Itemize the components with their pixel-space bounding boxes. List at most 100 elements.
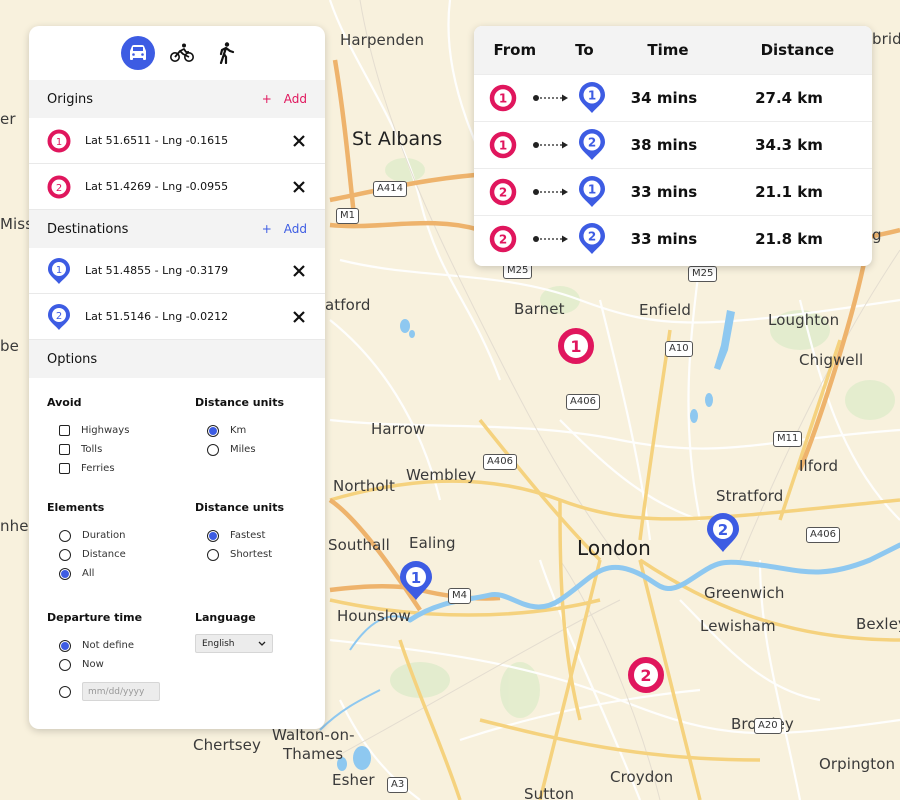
remove-origin-icon[interactable] bbox=[291, 133, 307, 149]
map-place-label: er bbox=[0, 110, 16, 128]
origin-badge-icon: 2 bbox=[489, 178, 517, 206]
map-place-label: Orpington bbox=[819, 755, 896, 773]
checkbox-label: Highways bbox=[81, 425, 130, 436]
radio[interactable] bbox=[207, 443, 219, 456]
add-destination-button[interactable]: + Add bbox=[262, 222, 307, 236]
radio[interactable] bbox=[207, 529, 219, 542]
departure-not-define-radio[interactable]: Not define bbox=[47, 636, 195, 655]
map-place-label: atford bbox=[325, 296, 371, 314]
road-shield: A414 bbox=[373, 181, 407, 197]
destination-pin-icon: 1 bbox=[48, 257, 70, 284]
results-row: 1 2 38 mins 34.3 km bbox=[474, 121, 872, 168]
map-place-label: Ilford bbox=[799, 457, 839, 475]
checkbox[interactable] bbox=[59, 425, 70, 436]
bicycle-icon bbox=[170, 43, 194, 62]
radio[interactable] bbox=[207, 548, 219, 561]
avoid-tolls-checkbox[interactable]: Tolls bbox=[47, 440, 195, 459]
radio[interactable] bbox=[59, 529, 71, 542]
destination-pin-icon: 2 bbox=[579, 129, 605, 160]
checkbox[interactable] bbox=[59, 463, 70, 474]
time-cell: 38 mins bbox=[630, 136, 698, 154]
departure-now-radio[interactable]: Now bbox=[47, 655, 195, 674]
origin-item[interactable]: 2 Lat 51.4269 - Lng -0.0955 bbox=[29, 164, 325, 210]
language-group: Language English bbox=[195, 611, 315, 701]
map-place-label: Sutton bbox=[524, 785, 575, 800]
origin-coordinates: Lat 51.4269 - Lng -0.0955 bbox=[85, 180, 229, 193]
route-type-title: Distance units bbox=[195, 501, 285, 514]
units-km-radio[interactable]: Km bbox=[195, 421, 315, 440]
radio[interactable] bbox=[59, 639, 71, 652]
map-place-label: Southall bbox=[328, 536, 390, 554]
map-place-label: Lewisham bbox=[700, 617, 776, 635]
destination-pin-icon: 2 bbox=[48, 303, 70, 330]
avoid-ferries-checkbox[interactable]: Ferries bbox=[47, 459, 195, 478]
departure-date-input[interactable]: mm/dd/yyyy bbox=[82, 682, 160, 701]
route-shortest-radio[interactable]: Shortest bbox=[195, 545, 315, 564]
svg-text:1: 1 bbox=[588, 89, 596, 103]
language-select[interactable]: English bbox=[195, 634, 273, 653]
checkbox[interactable] bbox=[59, 444, 70, 455]
destination-coordinates: Lat 51.5146 - Lng -0.0212 bbox=[85, 310, 229, 323]
destination-item[interactable]: 2 Lat 51.5146 - Lng -0.0212 bbox=[29, 294, 325, 340]
remove-origin-icon[interactable] bbox=[291, 179, 307, 195]
results-table: From To Time Distance 1 1 34 mins 27.4 k… bbox=[474, 26, 872, 266]
origin-badge-icon: 2 bbox=[489, 225, 517, 253]
from-cell: 2 bbox=[474, 225, 532, 253]
route-type-group: Distance units Fastest Shortest bbox=[195, 501, 315, 611]
map-place-label: Esher bbox=[332, 771, 375, 789]
road-shield: M4 bbox=[448, 588, 471, 604]
departure-date-radio[interactable]: mm/dd/yyyy bbox=[47, 682, 195, 701]
destinations-header: Destinations + Add bbox=[29, 210, 325, 248]
marker-number: 1 bbox=[411, 569, 421, 587]
destination-item[interactable]: 1 Lat 51.4855 - Lng -0.3179 bbox=[29, 248, 325, 294]
elements-distance-radio[interactable]: Distance bbox=[47, 545, 195, 564]
travel-mode-walking-button[interactable] bbox=[209, 36, 243, 70]
elements-all-radio[interactable]: All bbox=[47, 564, 195, 583]
remove-destination-icon[interactable] bbox=[291, 309, 307, 325]
route-settings-panel: Origins + Add 1 Lat 51.6511 - Lng -0.161… bbox=[29, 26, 325, 729]
travel-mode-bicycle-button[interactable] bbox=[165, 36, 199, 70]
svg-text:2: 2 bbox=[56, 183, 62, 194]
radio-label: Miles bbox=[230, 444, 256, 455]
radio[interactable] bbox=[59, 685, 71, 698]
header-distance: Distance bbox=[760, 41, 835, 59]
radio-label: Distance bbox=[82, 549, 126, 560]
map-place-label: Enfield bbox=[639, 301, 692, 319]
travel-mode-car-button[interactable] bbox=[121, 36, 155, 70]
radio[interactable] bbox=[207, 424, 219, 437]
marker-number: 2 bbox=[718, 521, 728, 539]
units-miles-radio[interactable]: Miles bbox=[195, 440, 315, 459]
radio-label: All bbox=[82, 568, 95, 579]
map-place-label: Greenwich bbox=[704, 584, 785, 602]
to-cell: 2 bbox=[570, 223, 614, 255]
to-cell: 1 bbox=[570, 82, 614, 114]
map-place-label: Chigwell bbox=[799, 351, 864, 369]
route-arrow-icon bbox=[532, 140, 570, 150]
radio[interactable] bbox=[59, 548, 71, 561]
destinations-title: Destinations bbox=[47, 221, 129, 237]
origin-badge-icon: 1 bbox=[489, 131, 517, 159]
marker-number: 1 bbox=[570, 337, 581, 356]
origins-title: Origins bbox=[47, 91, 94, 107]
elements-duration-radio[interactable]: Duration bbox=[47, 526, 195, 545]
road-shield: M1 bbox=[336, 208, 359, 224]
remove-destination-icon[interactable] bbox=[291, 263, 307, 279]
svg-text:1: 1 bbox=[56, 137, 62, 148]
header-to: To bbox=[575, 41, 594, 59]
avoid-title: Avoid bbox=[47, 396, 82, 409]
add-origin-button[interactable]: + Add bbox=[262, 92, 307, 106]
origins-header: Origins + Add bbox=[29, 80, 325, 118]
checkbox-label: Ferries bbox=[81, 463, 115, 474]
road-shield: M25 bbox=[688, 266, 718, 282]
plus-icon: + bbox=[261, 92, 272, 106]
origin-item[interactable]: 1 Lat 51.6511 - Lng -0.1615 bbox=[29, 118, 325, 164]
radio[interactable] bbox=[59, 658, 71, 671]
time-cell: 34 mins bbox=[630, 89, 698, 107]
route-fastest-radio[interactable]: Fastest bbox=[195, 526, 315, 545]
svg-text:1: 1 bbox=[499, 92, 507, 106]
map-place-label: Harpenden bbox=[340, 31, 425, 49]
svg-text:2: 2 bbox=[588, 230, 596, 244]
avoid-highways-checkbox[interactable]: Highways bbox=[47, 421, 195, 440]
radio[interactable] bbox=[59, 567, 71, 580]
svg-text:2: 2 bbox=[588, 136, 596, 150]
